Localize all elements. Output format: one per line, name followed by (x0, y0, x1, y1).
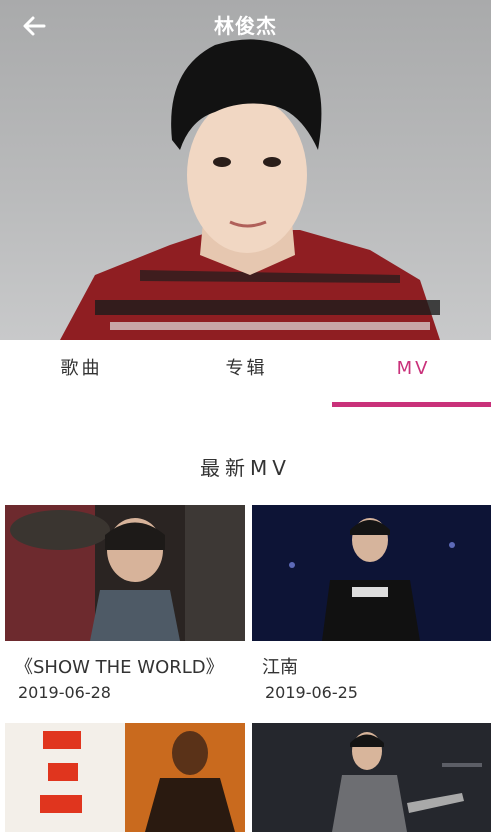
mv-thumbnail (5, 723, 245, 832)
artist-photo (60, 39, 440, 340)
section-title: 最新MV (200, 456, 291, 480)
mv-thumbnail (252, 723, 491, 832)
mv-date: 2019-06-28 (18, 683, 111, 702)
mv-thumbnail (252, 505, 491, 641)
mv-thumbnail (5, 505, 245, 641)
mv-card[interactable]: 江南 2019-06-25 (252, 505, 491, 702)
tab-songs[interactable]: 歌曲 (0, 340, 163, 408)
page-title: 林俊杰 (214, 14, 277, 38)
tab-albums[interactable]: 专辑 (165, 340, 328, 408)
artist-hero-image: 林俊杰 (0, 0, 491, 340)
mv-card[interactable] (5, 723, 245, 832)
mv-card[interactable]: 《SHOW THE WORLD》 2019-06-28 (5, 505, 245, 702)
tab-mv[interactable]: MV (332, 340, 491, 408)
mv-title: 《SHOW THE WORLD》 (15, 657, 224, 678)
mv-date: 2019-06-25 (265, 683, 358, 702)
mv-card[interactable] (252, 723, 491, 832)
active-tab-indicator (332, 402, 491, 407)
tab-bar: 歌曲 专辑 MV (0, 340, 491, 408)
mv-title: 江南 (262, 657, 298, 678)
